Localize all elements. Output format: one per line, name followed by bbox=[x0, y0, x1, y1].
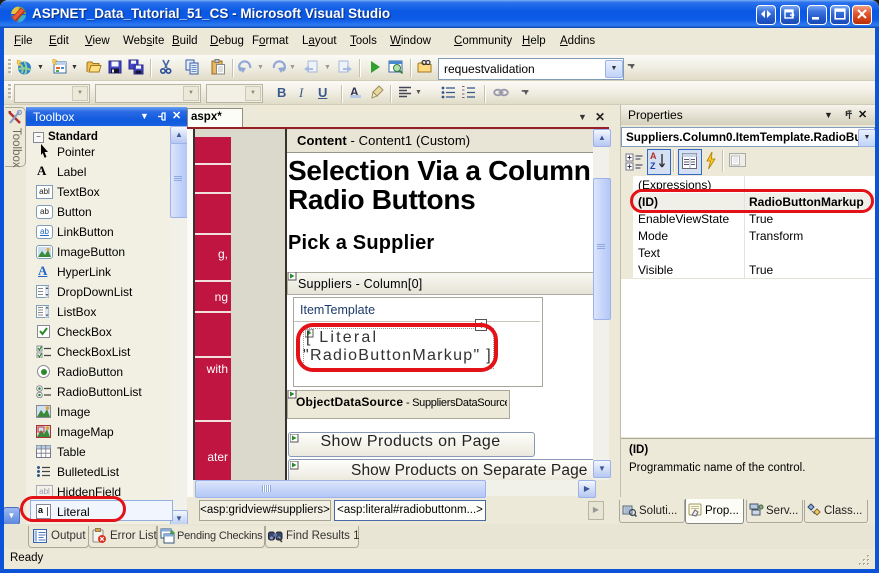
svg-text:A: A bbox=[650, 151, 657, 161]
svg-text:Z: Z bbox=[650, 161, 656, 171]
